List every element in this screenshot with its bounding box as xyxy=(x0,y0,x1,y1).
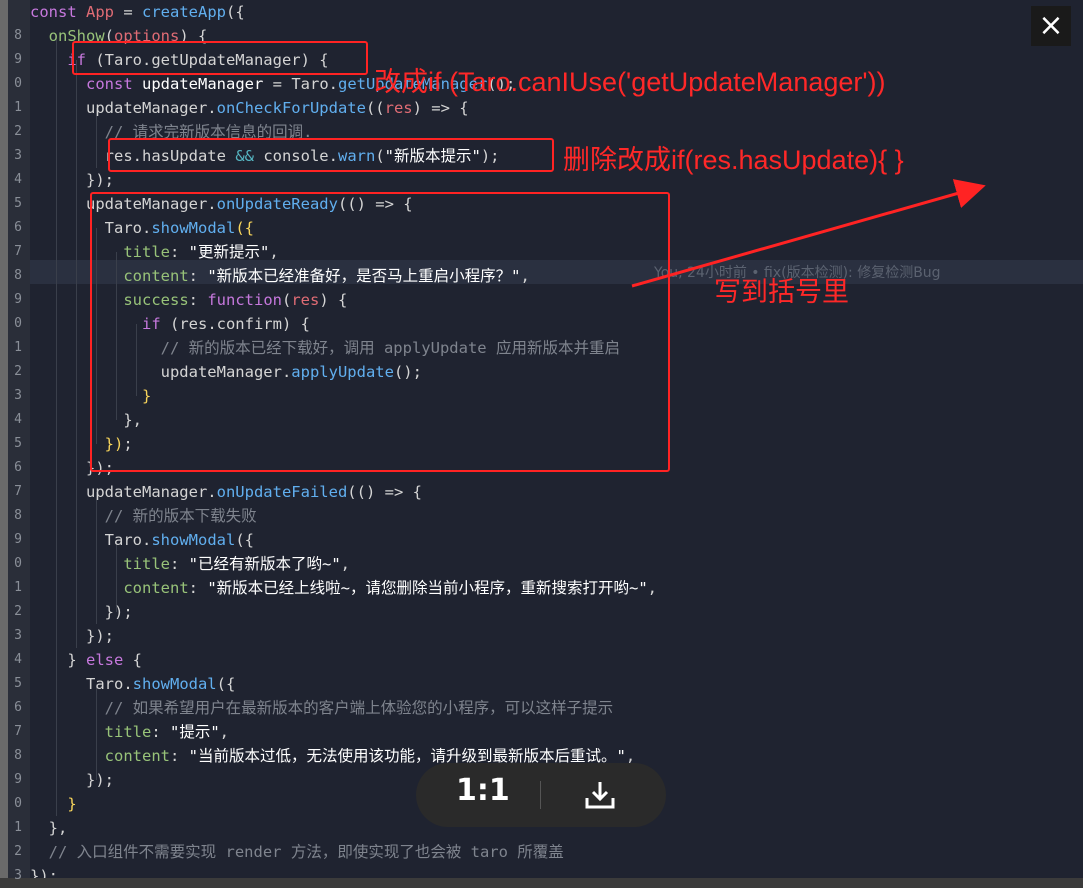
image-viewer: 890123456789012345678901234567890123 con… xyxy=(8,0,1083,883)
download-icon[interactable] xyxy=(584,780,616,810)
zoom-reset-button[interactable]: 1:1 xyxy=(456,773,510,808)
close-button[interactable]: × xyxy=(1031,6,1071,46)
viewer-toolbar: 1:1 xyxy=(416,763,666,827)
toolbar-divider xyxy=(540,781,541,809)
annotation-arrow xyxy=(631,179,986,288)
